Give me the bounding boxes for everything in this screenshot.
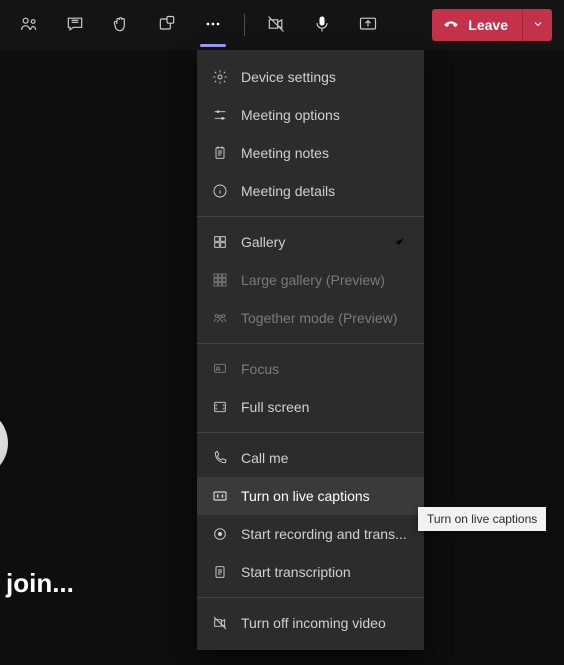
sliders-icon (211, 106, 229, 124)
menu-label: Device settings (241, 69, 408, 85)
raise-hand-button[interactable] (98, 2, 144, 48)
menu-label: Full screen (241, 399, 408, 415)
camera-button[interactable] (253, 2, 299, 48)
menu-label: Focus (241, 361, 408, 377)
grid-3x3-icon (211, 271, 229, 289)
transcript-icon (211, 563, 229, 581)
menu-divider (197, 343, 424, 344)
menu-label: Call me (241, 450, 408, 466)
breakout-rooms-button[interactable] (144, 2, 190, 48)
menu-start-transcription[interactable]: Start transcription (197, 553, 424, 591)
menu-meeting-details[interactable]: Meeting details (197, 172, 424, 210)
camera-off-icon (266, 14, 286, 37)
menu-label: Together mode (Preview) (241, 310, 408, 326)
menu-label: Turn on live captions (241, 488, 408, 504)
info-icon (211, 182, 229, 200)
menu-focus: Focus (197, 350, 424, 388)
menu-label: Meeting options (241, 107, 408, 123)
check-icon (392, 234, 408, 250)
together-icon (211, 309, 229, 327)
menu-turn-off-incoming-video[interactable]: Turn off incoming video (197, 604, 424, 642)
menu-live-captions[interactable]: Turn on live captions (197, 477, 424, 515)
focus-icon (211, 360, 229, 378)
menu-device-settings[interactable]: Device settings (197, 58, 424, 96)
menu-call-me[interactable]: Call me (197, 439, 424, 477)
leave-split-button: Leave (432, 9, 552, 41)
menu-divider (197, 597, 424, 598)
fullscreen-icon (211, 398, 229, 416)
mic-button[interactable] (299, 2, 345, 48)
more-actions-menu: Device settings Meeting options Meeting … (197, 50, 424, 650)
menu-label: Meeting notes (241, 145, 408, 161)
people-icon (19, 14, 39, 37)
phone-icon (211, 449, 229, 467)
record-icon (211, 525, 229, 543)
chat-button[interactable] (52, 2, 98, 48)
leave-dropdown-button[interactable] (522, 9, 552, 41)
menu-start-recording[interactable]: Start recording and trans... (197, 515, 424, 553)
notes-icon (211, 144, 229, 162)
menu-meeting-options[interactable]: Meeting options (197, 96, 424, 134)
leave-label: Leave (468, 17, 508, 33)
chevron-down-icon (532, 17, 544, 33)
menu-divider (197, 216, 424, 217)
people-button[interactable] (6, 2, 52, 48)
meeting-toolbar: Leave (0, 0, 564, 50)
menu-label: Start transcription (241, 564, 408, 580)
chat-icon (65, 14, 85, 37)
menu-label: Large gallery (Preview) (241, 272, 408, 288)
hangup-icon (442, 15, 460, 36)
video-off-icon (211, 614, 229, 632)
menu-label: Gallery (241, 234, 380, 250)
menu-meeting-notes[interactable]: Meeting notes (197, 134, 424, 172)
menu-together-mode: Together mode (Preview) (197, 299, 424, 337)
closed-captions-icon (211, 487, 229, 505)
menu-large-gallery: Large gallery (Preview) (197, 261, 424, 299)
leave-button[interactable]: Leave (432, 9, 522, 41)
rooms-icon (157, 14, 177, 37)
menu-label: Meeting details (241, 183, 408, 199)
ellipsis-icon (203, 14, 223, 37)
grid-2x2-icon (211, 233, 229, 251)
gear-icon (211, 68, 229, 86)
menu-divider (197, 432, 424, 433)
more-actions-button[interactable] (190, 2, 236, 48)
avatar (0, 408, 8, 478)
menu-label: Turn off incoming video (241, 615, 408, 631)
menu-gallery[interactable]: Gallery (197, 223, 424, 261)
share-button[interactable] (345, 2, 391, 48)
toolbar-divider (244, 14, 245, 36)
share-screen-icon (358, 14, 378, 37)
microphone-icon (312, 14, 332, 37)
lobby-join-text: join... (6, 568, 74, 599)
tooltip-live-captions: Turn on live captions (418, 507, 546, 531)
hand-icon (111, 14, 131, 37)
menu-label: Start recording and trans... (241, 526, 408, 542)
menu-full-screen[interactable]: Full screen (197, 388, 424, 426)
